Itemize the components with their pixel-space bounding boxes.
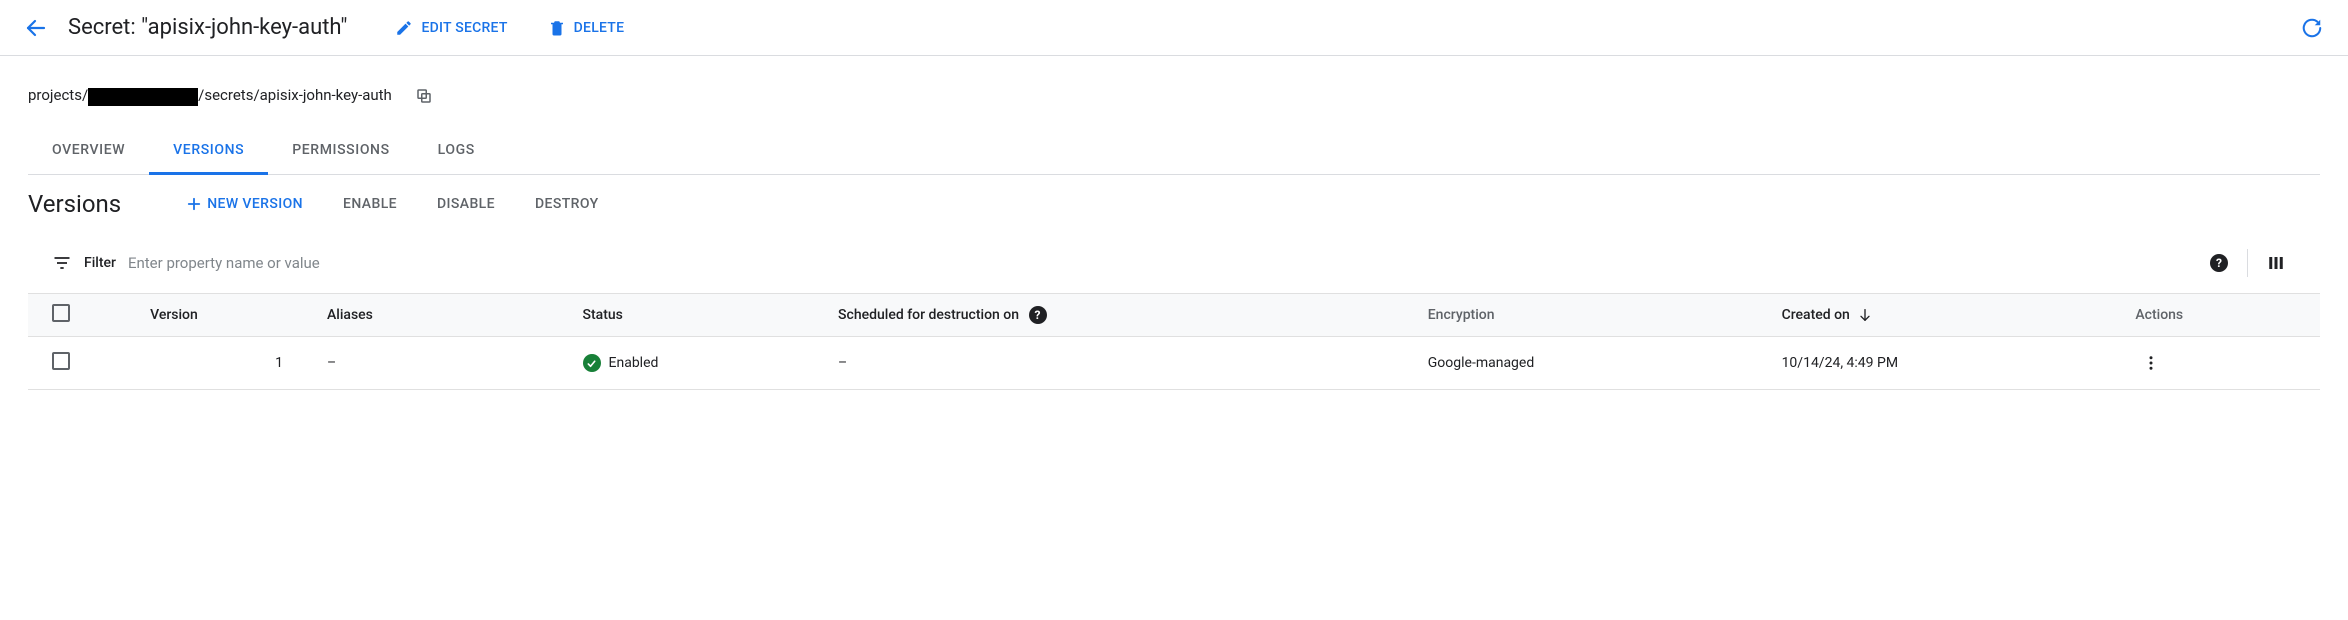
filter-input[interactable] — [128, 250, 2187, 276]
refresh-button[interactable] — [2292, 8, 2332, 48]
column-picker-button[interactable] — [2256, 243, 2296, 283]
top-actions: EDIT SECRET DELETE — [387, 13, 632, 43]
check-circle-icon — [583, 354, 601, 372]
arrow-back-icon — [24, 16, 48, 40]
th-scheduled[interactable]: Scheduled for destruction on ? — [826, 294, 1416, 337]
new-version-label: NEW VERSION — [207, 196, 303, 212]
path-text: projects/ /secrets/apisix-john-key-auth — [28, 86, 392, 105]
versions-subheader: Versions NEW VERSION ENABLE DISABLE DEST… — [28, 175, 2320, 233]
th-created[interactable]: Created on — [1770, 294, 2124, 337]
tab-overview[interactable]: OVERVIEW — [28, 128, 149, 175]
filter-icon — [52, 253, 72, 273]
page-title: Secret: "apisix-john-key-auth" — [68, 15, 347, 40]
th-actions: Actions — [2123, 294, 2320, 337]
edit-secret-label: EDIT SECRET — [421, 20, 507, 36]
tab-permissions[interactable]: PERMISSIONS — [268, 128, 413, 175]
pencil-icon — [395, 19, 413, 37]
select-all-checkbox[interactable] — [52, 304, 70, 322]
divider — [2247, 249, 2248, 277]
delete-label: DELETE — [574, 20, 625, 36]
table-header-row: Version Aliases Status Scheduled for des… — [28, 294, 2320, 337]
trash-icon — [548, 19, 566, 37]
th-created-label: Created on — [1782, 307, 1850, 323]
sort-desc-icon — [1857, 307, 1873, 323]
table-row: 1 – Enabled – Google-managed 10/14/24, 4… — [28, 337, 2320, 390]
edit-secret-button[interactable]: EDIT SECRET — [387, 13, 515, 43]
resource-path: projects/ /secrets/apisix-john-key-auth — [28, 80, 2320, 112]
new-version-button[interactable]: NEW VERSION — [181, 189, 307, 219]
cell-scheduled: – — [826, 337, 1416, 390]
path-suffix: /secrets/apisix-john-key-auth — [198, 86, 392, 104]
help-circle-icon: ? — [2210, 254, 2228, 272]
more-vert-icon — [2142, 354, 2160, 372]
destroy-button[interactable]: DESTROY — [531, 190, 603, 218]
delete-button[interactable]: DELETE — [540, 13, 633, 43]
filter-row: Filter ? — [28, 233, 2320, 293]
th-scheduled-label: Scheduled for destruction on — [838, 307, 1019, 323]
versions-table: Version Aliases Status Scheduled for des… — [28, 293, 2320, 390]
plus-icon — [185, 195, 203, 213]
filter-right: ? — [2199, 243, 2296, 283]
columns-icon — [2267, 254, 2285, 272]
status-text: Enabled — [609, 355, 659, 371]
filter-label: Filter — [84, 255, 116, 271]
scheduled-help-icon[interactable]: ? — [1029, 306, 1047, 324]
th-status[interactable]: Status — [571, 294, 827, 337]
cell-aliases: – — [315, 337, 571, 390]
th-encryption: Encryption — [1416, 294, 1770, 337]
cell-status: Enabled — [571, 337, 827, 390]
th-aliases[interactable]: Aliases — [315, 294, 571, 337]
versions-title: Versions — [28, 190, 121, 218]
row-actions-menu[interactable] — [2135, 347, 2167, 379]
th-version[interactable]: Version — [138, 294, 315, 337]
enable-button[interactable]: ENABLE — [339, 190, 401, 218]
path-prefix: projects/ — [28, 86, 88, 104]
cell-created: 10/14/24, 4:49 PM — [1770, 337, 2124, 390]
disable-button[interactable]: DISABLE — [433, 190, 499, 218]
tab-versions[interactable]: VERSIONS — [149, 128, 268, 175]
topbar: Secret: "apisix-john-key-auth" EDIT SECR… — [0, 0, 2348, 56]
tab-logs[interactable]: LOGS — [414, 128, 499, 175]
copy-icon — [415, 87, 433, 105]
row-checkbox[interactable] — [52, 352, 70, 370]
back-button[interactable] — [16, 8, 56, 48]
path-redacted — [88, 88, 198, 106]
tabs: OVERVIEW VERSIONS PERMISSIONS LOGS — [28, 128, 2320, 175]
refresh-icon — [2301, 17, 2323, 39]
cell-version: 1 — [138, 337, 315, 390]
content: projects/ /secrets/apisix-john-key-auth O… — [0, 56, 2348, 390]
copy-path-button[interactable] — [408, 80, 440, 112]
cell-encryption: Google-managed — [1416, 337, 1770, 390]
help-button[interactable]: ? — [2199, 243, 2239, 283]
